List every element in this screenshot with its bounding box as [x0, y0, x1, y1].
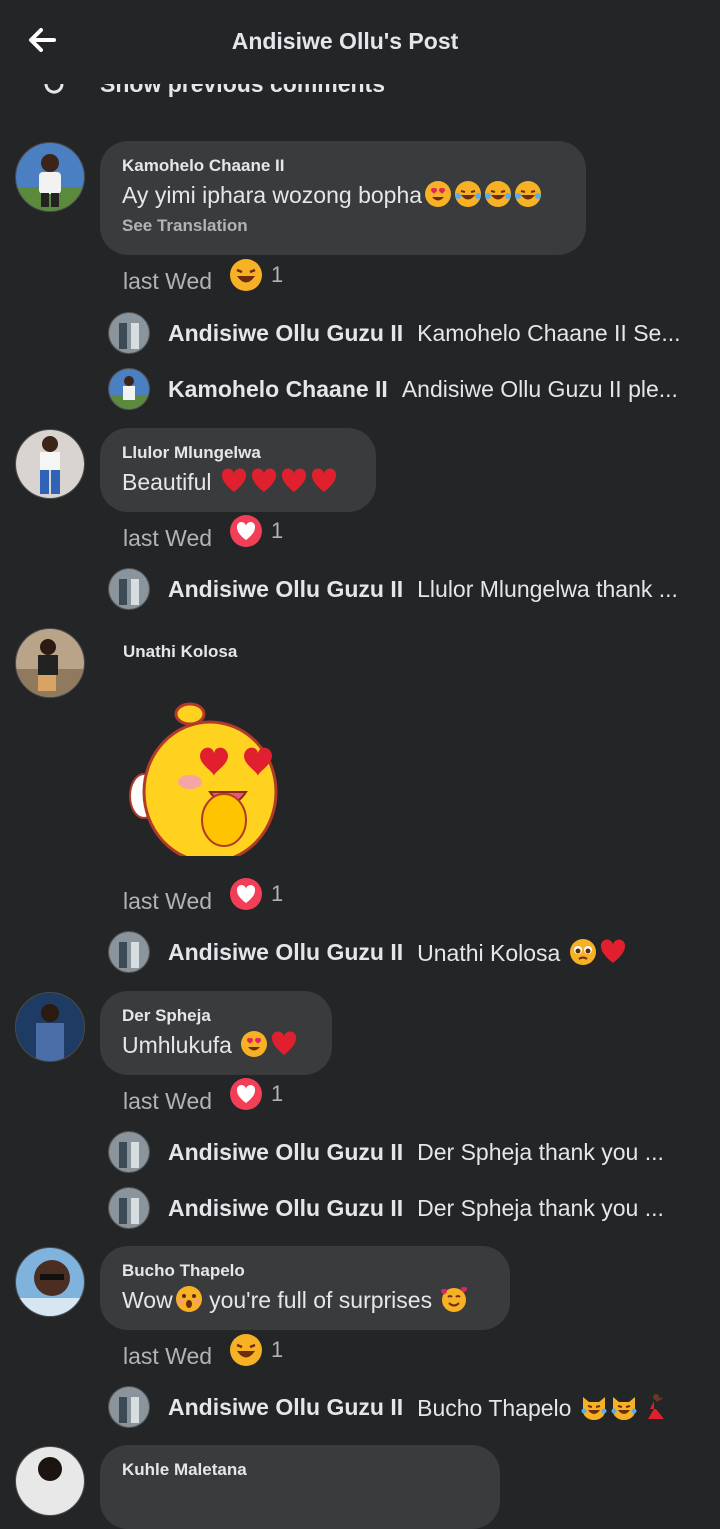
- avatar[interactable]: [15, 1446, 85, 1516]
- comment-bubble[interactable]: Bucho Thapelo Wow you're full of surpris…: [100, 1246, 510, 1330]
- reply-author[interactable]: Andisiwe Ollu Guzu II: [168, 939, 403, 966]
- reply-text: Der Spheja thank you ...: [417, 1194, 664, 1221]
- red-heart-emoji-icon: [311, 468, 336, 492]
- red-heart-emoji-icon: [221, 468, 246, 492]
- reply-row[interactable]: Andisiwe Ollu Guzu II Llulor Mlungelwa t…: [108, 568, 678, 610]
- reply-author[interactable]: Kamohelo Chaane II: [168, 376, 388, 403]
- hushed-face-emoji-icon: [175, 1286, 202, 1312]
- laughing-tears-emoji-icon: [485, 181, 512, 207]
- avatar: [108, 312, 150, 354]
- red-heart-emoji-icon: [281, 468, 306, 492]
- reaction-summary[interactable]: 1: [229, 1333, 283, 1367]
- heart-eyes-chick-sticker-icon[interactable]: [128, 700, 288, 866]
- reaction-summary[interactable]: 1: [229, 1077, 283, 1111]
- reply-row[interactable]: Andisiwe Ollu Guzu II Der Spheja thank y…: [108, 1187, 664, 1229]
- avatar: [108, 931, 150, 973]
- reply-row[interactable]: Andisiwe Ollu Guzu II Der Spheja thank y…: [108, 1131, 664, 1173]
- crying-cat-emoji-icon: [581, 1396, 607, 1420]
- comment-timestamp: last Wed: [123, 525, 213, 551]
- comment-text: Ay yimi iphara wozong bopha: [122, 180, 564, 210]
- avatar: [108, 1187, 150, 1229]
- commenter-name[interactable]: Kamohelo Chaane II: [122, 155, 564, 177]
- reaction-count: 1: [271, 262, 284, 287]
- comment-bubble[interactable]: Kuhle Maletana: [100, 1445, 500, 1529]
- reply-row[interactable]: Andisiwe Ollu Guzu II Unathi Kolosa: [108, 931, 627, 973]
- reply-author[interactable]: Andisiwe Ollu Guzu II: [168, 1394, 403, 1421]
- love-reaction-icon: [230, 878, 262, 910]
- crying-cat-emoji-icon: [611, 1396, 637, 1420]
- comment-timestamp: last Wed: [123, 888, 213, 914]
- comment-bubble[interactable]: Der Spheja Umhlukufa: [100, 991, 332, 1075]
- reaction-count: 1: [271, 1081, 284, 1106]
- reply-author[interactable]: Andisiwe Ollu Guzu II: [168, 1195, 403, 1222]
- pleading-face-emoji-icon: [569, 938, 596, 965]
- heart-eyes-emoji-icon: [241, 1031, 268, 1057]
- commenter-name[interactable]: Llulor Mlungelwa: [122, 442, 354, 464]
- comment-timestamp: last Wed: [123, 1088, 213, 1114]
- avatar[interactable]: [15, 1247, 85, 1317]
- laughing-tears-emoji-icon: [455, 181, 482, 207]
- page-title: Andisiwe Ollu's Post: [231, 28, 459, 54]
- comment-bubble[interactable]: Llulor Mlungelwa Beautiful: [100, 428, 376, 512]
- avatar[interactable]: [15, 142, 85, 212]
- comment-text: Beautiful: [122, 467, 354, 497]
- dancer-emoji-icon: [647, 1393, 664, 1419]
- reply-text: Unathi Kolosa: [417, 938, 627, 967]
- avatar: [108, 368, 150, 410]
- avatar: [108, 1131, 150, 1173]
- reply-row[interactable]: Kamohelo Chaane II Andisiwe Ollu Guzu II…: [108, 368, 678, 410]
- reaction-summary[interactable]: 1: [229, 258, 283, 292]
- avatar[interactable]: [15, 429, 85, 499]
- red-heart-emoji-icon: [251, 468, 276, 492]
- heart-eyes-emoji-icon: [425, 181, 452, 207]
- comment-bubble[interactable]: Kamohelo Chaane II Ay yimi iphara wozong…: [100, 141, 586, 255]
- comment-timestamp: last Wed: [123, 268, 213, 294]
- reply-text: Andisiwe Ollu Guzu II ple...: [401, 375, 678, 402]
- comment-text: Wow you're full of surprises: [122, 1285, 488, 1315]
- love-reaction-icon: [230, 1078, 262, 1110]
- haha-reaction-icon: [230, 259, 262, 291]
- reaction-summary[interactable]: 1: [229, 514, 283, 548]
- avatar[interactable]: [15, 628, 85, 698]
- avatar: [108, 1386, 150, 1428]
- reaction-summary[interactable]: 1: [229, 877, 283, 911]
- reply-row[interactable]: Andisiwe Ollu Guzu II Kamohelo Chaane II…: [108, 312, 681, 354]
- reply-author[interactable]: Andisiwe Ollu Guzu II: [168, 1139, 403, 1166]
- love-reaction-icon: [230, 515, 262, 547]
- reply-text: Llulor Mlungelwa thank ...: [417, 575, 678, 602]
- reaction-count: 1: [271, 518, 284, 543]
- reply-text: Der Spheja thank you ...: [417, 1138, 664, 1165]
- reply-text: Kamohelo Chaane II Se...: [417, 319, 681, 346]
- red-heart-emoji-icon: [272, 1031, 297, 1055]
- reply-row[interactable]: Andisiwe Ollu Guzu II Bucho Thapelo: [108, 1386, 668, 1428]
- see-translation-link[interactable]: See Translation: [122, 216, 564, 236]
- reaction-count: 1: [271, 881, 284, 906]
- reply-author[interactable]: Andisiwe Ollu Guzu II: [168, 576, 403, 603]
- laughing-tears-emoji-icon: [515, 181, 542, 207]
- top-bar: Andisiwe Ollu's Post: [0, 0, 720, 84]
- avatar[interactable]: [15, 992, 85, 1062]
- red-heart-emoji-icon: [600, 938, 625, 963]
- comment-timestamp: last Wed: [123, 1343, 213, 1369]
- haha-reaction-icon: [230, 1334, 262, 1366]
- commenter-name[interactable]: Unathi Kolosa: [123, 642, 237, 662]
- commenter-name[interactable]: Bucho Thapelo: [122, 1260, 488, 1282]
- commenter-name[interactable]: Der Spheja: [122, 1005, 310, 1027]
- reaction-count: 1: [271, 1337, 284, 1362]
- avatar: [108, 568, 150, 610]
- comment-text: Umhlukufa: [122, 1030, 310, 1060]
- reply-author[interactable]: Andisiwe Ollu Guzu II: [168, 320, 403, 347]
- smiling-hearts-emoji-icon: [441, 1286, 468, 1312]
- reply-text: Bucho Thapelo: [417, 1393, 668, 1422]
- commenter-name[interactable]: Kuhle Maletana: [122, 1459, 478, 1481]
